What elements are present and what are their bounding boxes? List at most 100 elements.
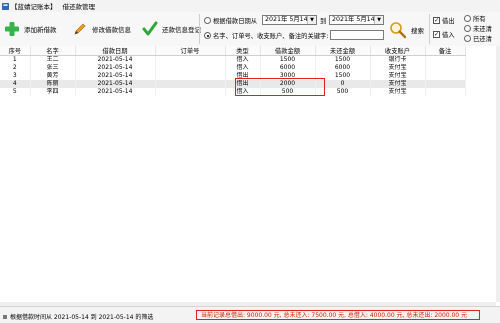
- date-to-label: 到: [320, 18, 327, 25]
- cell-name: 张三: [30, 64, 76, 72]
- cell-unpaid: 6000: [315, 64, 371, 72]
- cell-note: [425, 55, 466, 64]
- date-to-picker[interactable]: 2021年 5月14日 ▼: [329, 15, 384, 25]
- search-button[interactable]: 搜索: [389, 19, 424, 41]
- cell-no: 3: [0, 72, 31, 80]
- plus-icon: [5, 22, 19, 36]
- date-from-picker[interactable]: 2021年 5月14日 ▼: [262, 15, 317, 25]
- cell-order: [155, 72, 226, 80]
- cell-note: [425, 80, 466, 88]
- col-header-unpaid[interactable]: 未还金额: [315, 46, 371, 56]
- col-header-account[interactable]: 收支账户: [370, 46, 426, 56]
- app-icon: [2, 2, 9, 10]
- cell-type: 借出: [225, 80, 261, 88]
- edit-loan-label: 修改借款信息: [92, 26, 131, 34]
- col-header-type[interactable]: 类型: [225, 46, 261, 56]
- lend-out-label: 借出: [442, 18, 455, 25]
- cell-amount: 3000: [260, 72, 316, 80]
- cell-unpaid: 500: [315, 88, 371, 96]
- return-register-button[interactable]: 还款信息登记: [142, 18, 201, 40]
- cell-account: 支付宝: [370, 80, 426, 88]
- status-all-radio[interactable]: [464, 15, 471, 22]
- cell-unpaid: 1500: [315, 72, 371, 80]
- loan-table: 序号 名字 借款日期 订单号 类型 借款金额 未还金额 收支账户 备注 1 王二…: [0, 46, 497, 302]
- col-header-name[interactable]: 名字: [30, 46, 76, 56]
- checkmark-icon: [142, 21, 158, 36]
- cell-order: [155, 88, 226, 96]
- cell-account: 支付宝: [370, 88, 426, 96]
- cell-name: 黄芳: [30, 72, 76, 80]
- table-row-selected[interactable]: 4 陈丽 2021-05-14 借出 2000 0 支付宝: [0, 80, 466, 88]
- pencil-icon: [74, 23, 86, 35]
- cell-unpaid: 1500: [315, 55, 371, 64]
- cell-note: [425, 64, 466, 72]
- add-loan-label: 添加新借款: [24, 26, 57, 34]
- date-filter-radio[interactable]: [204, 17, 211, 24]
- cell-date: 2021-05-14: [75, 64, 156, 72]
- cell-no: 4: [0, 80, 31, 88]
- cell-no: 5: [0, 88, 31, 96]
- cell-type: 借入: [225, 88, 261, 96]
- keyword-filter-radio[interactable]: [204, 32, 211, 39]
- cell-date: 2021-05-14: [75, 72, 156, 80]
- col-header-order[interactable]: 订单号: [155, 46, 226, 56]
- dropdown-arrow-icon[interactable]: ▼: [307, 16, 316, 24]
- status-dot-icon: [3, 315, 7, 319]
- cell-no: 1: [0, 55, 31, 64]
- status-returned-label: 已还清: [473, 36, 492, 43]
- app-title: 【蓝蜻记账本】: [11, 3, 57, 11]
- cell-amount: 6000: [260, 64, 316, 72]
- edit-loan-button[interactable]: 修改借款信息: [72, 18, 131, 40]
- cell-account: 支付宝: [370, 72, 426, 80]
- cell-order: [155, 80, 226, 88]
- cell-date: 2021-05-14: [75, 88, 156, 96]
- col-header-date[interactable]: 借款日期: [75, 46, 156, 56]
- cell-amount: 500: [260, 88, 316, 96]
- status-totals: 当前记录总借出: 9000.00 元, 总未还入: 7500.00 元, 总借入…: [196, 310, 480, 320]
- module-tab[interactable]: 借还款管理: [63, 1, 96, 11]
- cell-type: 借入: [225, 55, 261, 64]
- table-row[interactable]: 3 黄芳 2021-05-14 借出 3000 1500 支付宝: [0, 72, 466, 80]
- keyword-filter-label: 名字、订单号、收支账户、备注的关键字:: [213, 33, 329, 40]
- dropdown-arrow-icon[interactable]: ▼: [374, 16, 383, 24]
- status-filter-text: 根据借款时间从 2021-05-14 到 2021-05-14 的筛选: [10, 314, 154, 321]
- toolbar: 添加新借款 修改借款信息 还款信息登记 根据借款日期从 2021年 5月14日 …: [0, 12, 500, 47]
- status-returned-radio[interactable]: [464, 35, 471, 42]
- date-filter-label: 根据借款日期从: [213, 18, 258, 25]
- toolbar-separator: [199, 14, 200, 44]
- vertical-scrollbar[interactable]: [496, 46, 500, 302]
- cell-account: 支付宝: [370, 64, 426, 72]
- table-row[interactable]: 5 李四 2021-05-14 借入 500 500 支付宝: [0, 88, 466, 96]
- cell-date: 2021-05-14: [75, 80, 156, 88]
- return-register-label: 还款信息登记: [162, 26, 201, 34]
- search-label: 搜索: [411, 27, 424, 35]
- table-row[interactable]: 1 王二 2021-05-14 借入 1500 1500 银行卡: [0, 55, 466, 64]
- cell-account: 银行卡: [370, 55, 426, 64]
- cell-order: [155, 64, 226, 72]
- cell-date: 2021-05-14: [75, 55, 156, 64]
- cell-name: 陈丽: [30, 80, 76, 88]
- cell-note: [425, 72, 466, 80]
- lend-in-checkbox[interactable]: ✓: [433, 31, 440, 38]
- cell-amount: 1500: [260, 55, 316, 64]
- col-header-amount[interactable]: 借款金额: [260, 46, 316, 56]
- cell-type: 借入: [225, 64, 261, 72]
- cell-amount: 2000: [260, 80, 316, 88]
- keyword-input[interactable]: [330, 30, 384, 40]
- status-filter-info: 根据借款时间从 2021-05-14 到 2021-05-14 的筛选: [3, 312, 153, 321]
- col-header-no[interactable]: 序号: [0, 46, 31, 56]
- magnifier-icon: [390, 22, 407, 39]
- status-bar: 根据借款时间从 2021-05-14 到 2021-05-14 的筛选 当前记录…: [0, 306, 500, 323]
- status-unreturned-radio[interactable]: [464, 25, 471, 32]
- lend-in-label: 借入: [442, 32, 455, 39]
- cell-unpaid: 0: [315, 80, 371, 88]
- status-all-label: 所有: [473, 16, 486, 23]
- col-header-note[interactable]: 备注: [425, 46, 466, 56]
- status-unreturned-label: 未还清: [473, 26, 492, 33]
- lend-out-checkbox[interactable]: ✓: [433, 17, 440, 24]
- table-row[interactable]: 2 张三 2021-05-14 借入 6000 6000 支付宝: [0, 64, 466, 72]
- add-loan-button[interactable]: 添加新借款: [4, 18, 57, 40]
- cell-type: 借出: [225, 72, 261, 80]
- cell-no: 2: [0, 64, 31, 72]
- table-header-row: 序号 名字 借款日期 订单号 类型 借款金额 未还金额 收支账户 备注: [0, 46, 466, 56]
